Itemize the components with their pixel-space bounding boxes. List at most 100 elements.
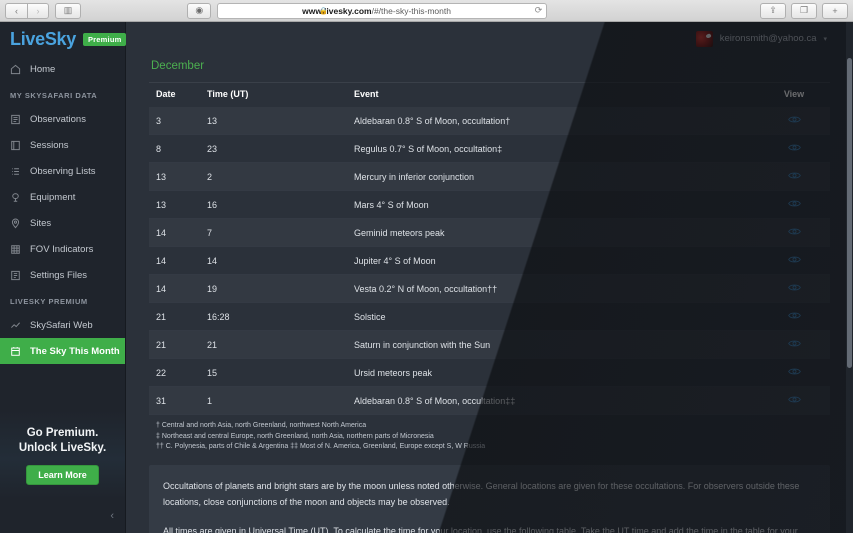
eye-icon[interactable] — [787, 227, 801, 236]
cell-time: 7 — [207, 218, 354, 247]
eye-icon[interactable] — [787, 115, 801, 124]
sidebar-item-sites[interactable]: Sites — [0, 210, 125, 236]
sidebar-item-equipment[interactable]: Equipment — [0, 184, 125, 210]
cell-date: 21 — [149, 302, 207, 331]
avatar[interactable] — [695, 30, 713, 47]
sidebar-item-label: The Sky This Month — [30, 345, 120, 357]
sidebar-item-settings-files[interactable]: Settings Files — [0, 262, 125, 288]
sidebar-item-observing-lists[interactable]: Observing Lists — [0, 158, 125, 184]
main-content: keironsmith@yahoo.ca ▾ December Date Tim… — [126, 22, 853, 533]
eye-icon[interactable] — [787, 143, 801, 152]
sidebar-item-skysafari-web[interactable]: SkySafari Web — [0, 312, 125, 338]
sidebar-item-label: Home — [30, 63, 56, 75]
table-row[interactable]: 8 23 Regulus 0.7° S of Moon, occultation… — [149, 134, 830, 163]
url-path: /#/the-sky-this-month — [371, 5, 451, 16]
premium-promo: Go Premium. Unlock LiveSky. Learn More — [0, 410, 125, 499]
eye-icon[interactable] — [787, 283, 801, 292]
sidebar-item-label: Sites — [30, 217, 52, 229]
table-row[interactable]: 14 7 Geminid meteors peak — [149, 218, 830, 247]
cell-view — [758, 162, 830, 191]
column-header-time: Time (UT) — [207, 82, 354, 107]
eye-icon[interactable] — [787, 367, 801, 376]
cell-time: 16 — [207, 190, 354, 219]
cell-time: 13 — [207, 107, 354, 135]
user-email[interactable]: keironsmith@yahoo.ca — [720, 33, 817, 44]
browser-right-actions: ⇪ ❐ + — [759, 2, 848, 19]
footnote-line: ‡ Northeast and central Europe, north Gr… — [156, 432, 434, 440]
cell-view — [758, 246, 830, 275]
back-button[interactable]: ‹ — [5, 2, 27, 19]
column-header-date: Date — [149, 82, 207, 107]
table-row[interactable]: 14 14 Jupiter 4° S of Moon — [149, 246, 830, 275]
table-row[interactable]: 21 16:28 Solstice — [149, 302, 830, 331]
sidebar-item-home[interactable]: Home — [0, 56, 125, 82]
browser-toolbar: ‹ › ▥ ◉ 🔒 www.livesky.com/#/the-sky-this… — [0, 0, 853, 22]
logo-text-sky: Sky — [44, 28, 76, 49]
grid-icon — [10, 244, 21, 255]
browser-nav-group: ‹ › — [5, 2, 49, 19]
settings-files-icon — [10, 270, 21, 281]
address-bar[interactable]: 🔒 www.livesky.com/#/the-sky-this-month ⟳ — [217, 2, 548, 19]
sidebar-item-label: Observing Lists — [30, 165, 96, 177]
sidebar-item-sessions[interactable]: Sessions — [0, 132, 125, 158]
address-bar-group: ◉ 🔒 www.livesky.com/#/the-sky-this-month… — [187, 2, 548, 19]
sidebar-item-label: Settings Files — [30, 269, 88, 281]
table-row[interactable]: 21 21 Saturn in conjunction with the Sun — [149, 330, 830, 359]
cell-date: 31 — [149, 386, 207, 415]
eye-icon[interactable] — [787, 339, 801, 348]
promo-line-2: Unlock LiveSky. — [18, 442, 107, 454]
column-header-event: Event — [354, 82, 758, 107]
eye-icon[interactable] — [787, 311, 801, 320]
share-button[interactable]: ⇪ — [759, 2, 786, 19]
cell-time: 21 — [207, 330, 354, 359]
info-paragraph: All times are given in Universal Time (U… — [163, 525, 798, 533]
sidebar-item-observations[interactable]: Observations — [0, 106, 125, 132]
table-row[interactable]: 13 2 Mercury in inferior conjunction — [149, 162, 830, 191]
cell-event: Geminid meteors peak — [354, 218, 758, 247]
tabs-button[interactable]: ❐ — [790, 2, 817, 19]
chevron-down-icon[interactable]: ▾ — [823, 35, 827, 43]
cell-view — [758, 358, 830, 387]
vertical-scrollbar[interactable] — [846, 22, 853, 533]
cell-time: 23 — [207, 134, 354, 163]
sidebar-item-fov-indicators[interactable]: FOV Indicators — [0, 236, 125, 262]
cell-view — [758, 190, 830, 219]
new-tab-button[interactable]: + — [821, 2, 848, 19]
eye-icon[interactable] — [787, 171, 801, 180]
sidebar-section-livesky-premium: LIVESKY PREMIUM — [10, 297, 88, 306]
logo-text-live: Live — [10, 28, 45, 49]
sessions-icon — [10, 140, 21, 151]
sidebar-collapse-button[interactable]: ‹ — [0, 499, 125, 533]
table-row[interactable]: 13 16 Mars 4° S of Moon — [149, 190, 830, 219]
cell-date: 3 — [149, 107, 207, 135]
cell-time: 1 — [207, 386, 354, 415]
chevron-left-icon: ‹ — [110, 510, 114, 522]
cell-time: 16:28 — [207, 302, 354, 331]
bookmark-icon[interactable]: ◉ — [187, 2, 212, 19]
footnote-line: †† C. Polynesia, parts of Chile & Argent… — [156, 443, 486, 450]
cell-view — [758, 302, 830, 331]
eye-icon[interactable] — [787, 255, 801, 264]
cell-time: 14 — [207, 246, 354, 275]
cell-date: 22 — [149, 358, 207, 387]
table-row[interactable]: 3 13 Aldebaran 0.8° S of Moon, occultati… — [149, 107, 830, 135]
reload-icon[interactable]: ⟳ — [535, 5, 547, 16]
table-row[interactable]: 22 15 Ursid meteors peak — [149, 358, 830, 387]
table-row[interactable]: 14 19 Vesta 0.2° N of Moon, occultation†… — [149, 274, 830, 303]
eye-icon[interactable] — [787, 199, 801, 208]
logo[interactable]: LiveSky — [10, 29, 76, 50]
cell-event: Regulus 0.7° S of Moon, occultation‡ — [354, 134, 758, 163]
sidebar-toggle-icon[interactable]: ▥ — [55, 2, 81, 19]
sidebar-item-the-sky-this-month[interactable]: The Sky This Month — [0, 338, 125, 364]
learn-more-button[interactable]: Learn More — [26, 465, 99, 485]
top-bar: keironsmith@yahoo.ca ▾ — [126, 22, 853, 55]
eye-icon[interactable] — [787, 395, 801, 404]
footnotes: † Central and north Asia, north Greenlan… — [149, 415, 830, 453]
table-row[interactable]: 31 1 Aldebaran 0.8° S of Moon, occultati… — [149, 386, 830, 415]
cell-event: Jupiter 4° S of Moon — [354, 246, 758, 275]
brand-row: LiveSky Premium — [0, 22, 127, 56]
cell-event: Saturn in conjunction with the Sun — [354, 330, 758, 359]
table-header-row: Date Time (UT) Event View — [149, 82, 830, 107]
scrollbar-thumb[interactable] — [847, 58, 852, 368]
forward-button[interactable]: › — [27, 2, 49, 19]
